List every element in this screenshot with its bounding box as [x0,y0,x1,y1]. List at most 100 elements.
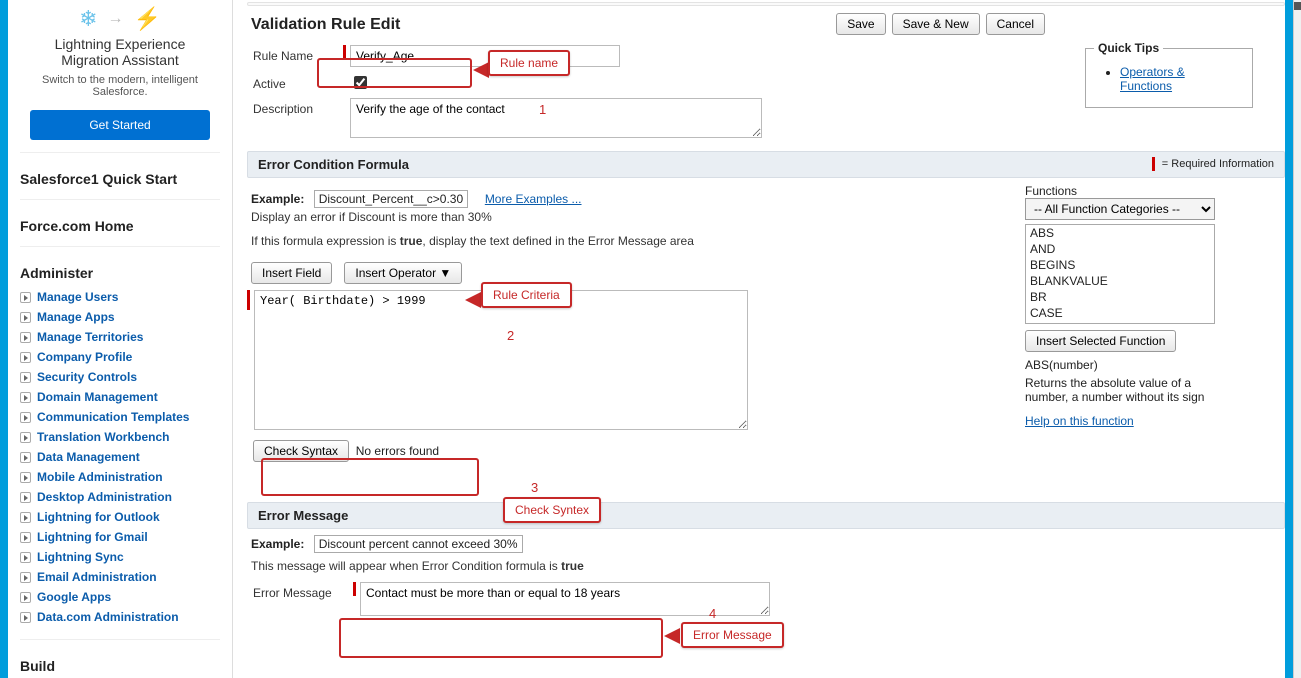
quick-tips-title: Quick Tips [1094,41,1163,55]
function-option-case[interactable]: CASE [1026,305,1214,321]
chevron-right-icon [20,372,31,383]
operators-functions-link[interactable]: Operators & Functions [1120,65,1185,93]
required-indicator [353,582,356,596]
function-description: Returns the absolute value of a number, … [1025,376,1215,404]
sidebar-item-lightning-outlook[interactable]: Lightning for Outlook [20,507,220,527]
required-indicator [247,290,250,310]
sidebar-quick-start[interactable]: Salesforce1 Quick Start [20,171,220,187]
annotation-box-check-syntax [261,458,479,496]
chevron-right-icon [20,452,31,463]
annotation-number-3: 3 [531,480,538,495]
sidebar-item-security-controls[interactable]: Security Controls [20,367,220,387]
chevron-right-icon [20,472,31,483]
chevron-right-icon [20,512,31,523]
chevron-right-icon [20,332,31,343]
error-example-text: Discount percent cannot exceed 30% [314,535,523,553]
cancel-button[interactable]: Cancel [986,13,1045,35]
formula-explain-prefix: If this formula expression is [251,234,400,248]
formula-textarea[interactable]: Year( Birthdate) > 1999 [254,290,748,430]
error-condition-header: Error Condition Formula = Required Infor… [247,151,1285,178]
chevron-right-icon [20,292,31,303]
function-category-select[interactable]: -- All Function Categories -- [1025,198,1215,220]
sidebar-item-label: Communication Templates [37,410,189,424]
required-note: = Required Information [1162,158,1274,170]
sidebar-item-email-administration[interactable]: Email Administration [20,567,220,587]
sidebar-home[interactable]: Force.com Home [20,218,220,234]
insert-operator-button[interactable]: Insert Operator ▼ [344,262,462,284]
required-indicator [343,45,346,59]
chevron-right-icon [20,392,31,403]
left-accent-rail [0,0,8,678]
arrow-right-icon: → [108,10,124,28]
save-and-new-button[interactable]: Save & New [892,13,980,35]
sidebar-item-lightning-gmail[interactable]: Lightning for Gmail [20,527,220,547]
chevron-right-icon [20,432,31,443]
check-syntax-button[interactable]: Check Syntax [253,440,349,462]
chevron-right-icon [20,352,31,363]
sidebar-item-label: Manage Apps [37,310,115,324]
right-accent-rail [1285,0,1293,678]
error-explain-bold: true [561,559,584,573]
insert-field-button[interactable]: Insert Field [251,262,332,284]
rule-name-label: Rule Name [253,45,343,63]
sidebar-item-label: Security Controls [37,370,137,384]
sidebar-item-manage-territories[interactable]: Manage Territories [20,327,220,347]
error-message-header: Error Message [247,502,1285,529]
error-message-title: Error Message [258,508,348,523]
get-started-button[interactable]: Get Started [30,110,210,140]
example-code: Discount_Percent__c>0.30 [314,190,468,208]
example-description: Display an error if Discount is more tha… [251,210,1013,224]
quick-tips-box: Quick Tips Operators & Functions [1085,48,1253,108]
sidebar-item-label: Translation Workbench [37,430,169,444]
sidebar-item-manage-apps[interactable]: Manage Apps [20,307,220,327]
error-message-textarea[interactable]: Contact must be more than or equal to 18… [360,582,770,616]
migration-promo: ❄ → ⚡ Lightning Experience Migration Ass… [20,4,220,153]
sidebar-item-label: Data Management [37,450,140,464]
function-option-br[interactable]: BR [1026,289,1214,305]
chevron-right-icon [20,592,31,603]
sidebar-item-desktop-administration[interactable]: Desktop Administration [20,487,220,507]
administer-nav-list: Manage Users Manage Apps Manage Territor… [20,287,220,627]
sidebar-item-communication-templates[interactable]: Communication Templates [20,407,220,427]
annotation-arrow-icon [473,62,489,78]
more-examples-link[interactable]: More Examples ... [485,192,582,206]
sidebar-item-label: Google Apps [37,590,111,604]
error-explain-prefix: This message will appear when Error Cond… [251,559,561,573]
insert-selected-function-button[interactable]: Insert Selected Function [1025,330,1176,352]
promo-title-line-1: Lightning Experience [26,36,214,52]
function-list[interactable]: ABS AND BEGINS BLANKVALUE BR CASE [1025,224,1215,324]
sidebar-item-label: Domain Management [37,390,158,404]
function-option-abs[interactable]: ABS [1026,225,1214,241]
active-checkbox[interactable] [354,76,367,89]
save-button[interactable]: Save [836,13,885,35]
sidebar-item-lightning-sync[interactable]: Lightning Sync [20,547,220,567]
error-condition-title: Error Condition Formula [258,157,409,172]
sidebar-item-datacom-administration[interactable]: Data.com Administration [20,607,220,627]
sidebar-item-label: Manage Territories [37,330,143,344]
sidebar-item-mobile-administration[interactable]: Mobile Administration [20,467,220,487]
annotation-arrow-icon [465,292,481,308]
sidebar-item-company-profile[interactable]: Company Profile [20,347,220,367]
description-textarea[interactable]: Verify the age of the contact [350,98,762,138]
sidebar-item-label: Lightning for Outlook [37,510,160,524]
help-on-function-link[interactable]: Help on this function [1025,414,1134,428]
scrollbar-thumb[interactable] [1294,2,1301,10]
required-indicator [1152,157,1155,171]
sidebar-item-label: Data.com Administration [37,610,179,624]
function-option-begins[interactable]: BEGINS [1026,257,1214,273]
error-message-field-label: Error Message [253,582,353,600]
sidebar-item-translation-workbench[interactable]: Translation Workbench [20,427,220,447]
sidebar-item-google-apps[interactable]: Google Apps [20,587,220,607]
chevron-right-icon [20,532,31,543]
function-option-blankvalue[interactable]: BLANKVALUE [1026,273,1214,289]
sidebar: ❄ → ⚡ Lightning Experience Migration Ass… [8,0,233,678]
sidebar-item-domain-management[interactable]: Domain Management [20,387,220,407]
bolt-icon: ⚡ [134,6,161,32]
chevron-right-icon [20,412,31,423]
function-option-and[interactable]: AND [1026,241,1214,257]
sidebar-item-manage-users[interactable]: Manage Users [20,287,220,307]
chevron-right-icon [20,492,31,503]
sidebar-item-data-management[interactable]: Data Management [20,447,220,467]
example-label: Example: [251,192,304,206]
vertical-scrollbar[interactable] [1293,0,1301,678]
